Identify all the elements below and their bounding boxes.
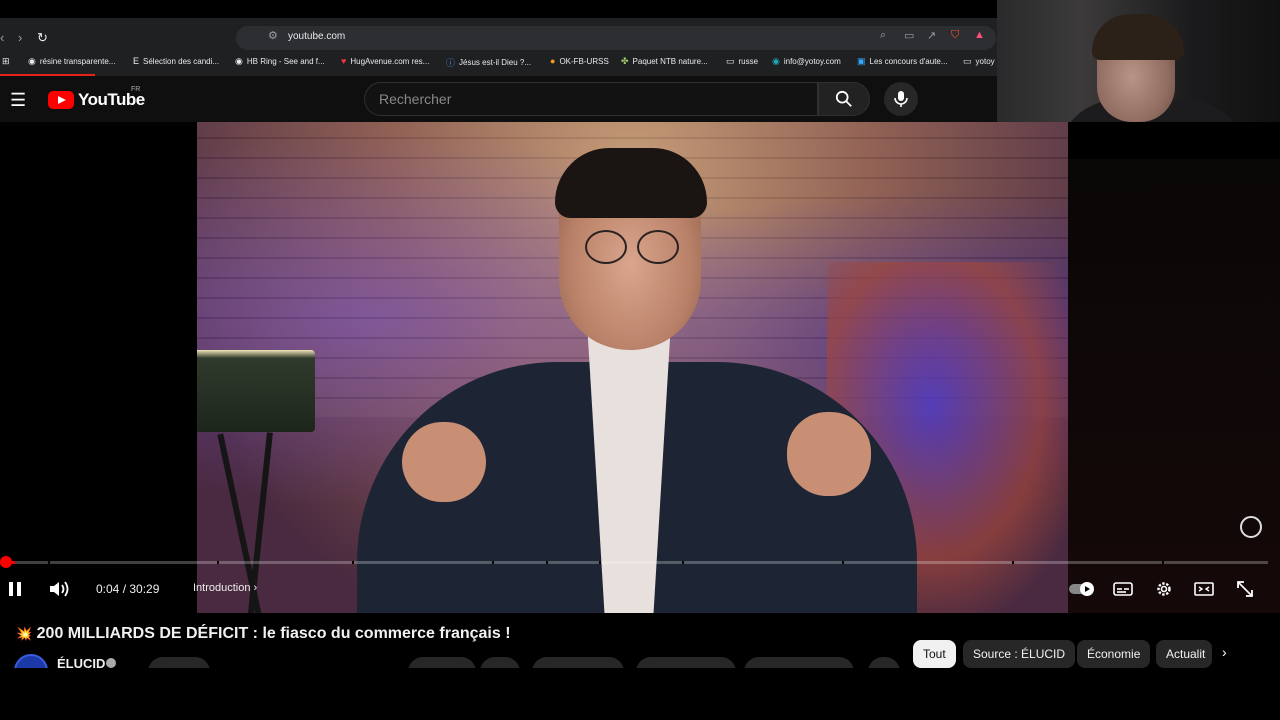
chapter-marker xyxy=(599,561,601,564)
chapter-marker xyxy=(842,561,844,564)
youtube-logo[interactable]: YouTube xyxy=(48,90,145,110)
address-bar-url[interactable]: youtube.com xyxy=(288,31,345,42)
search-input[interactable]: Rechercher xyxy=(364,82,818,116)
video-presenter-glasses xyxy=(585,230,679,264)
brave-shield-icon[interactable]: ⛉ xyxy=(951,29,959,42)
site-settings-icon[interactable]: ⚙ xyxy=(268,29,278,42)
bookmark-item[interactable]: ◉ info@yotoy.com xyxy=(772,56,841,67)
youtube-logo-text: YouTube xyxy=(78,90,145,109)
chapter-marker xyxy=(1012,561,1014,564)
brave-rewards-icon[interactable]: ▲ xyxy=(974,29,985,41)
video-title-text: 200 MILLIARDS DE DÉFICIT : le fiasco du … xyxy=(36,625,511,642)
menu-icon[interactable]: ☰ xyxy=(10,90,26,111)
youtube-header: ☰ YouTube FR Rechercher xyxy=(0,76,1000,122)
player-letterbox-right xyxy=(1068,159,1280,613)
pause-icon xyxy=(9,582,21,596)
settings-button[interactable] xyxy=(1153,578,1175,600)
video-presenter-hair xyxy=(555,148,707,218)
time-display: 0:04 / 30:29 xyxy=(96,582,159,596)
progress-bar[interactable] xyxy=(12,561,1268,564)
chapter-marker xyxy=(352,561,354,564)
video-lamp xyxy=(197,350,315,432)
voice-search-button[interactable] xyxy=(884,82,918,116)
cast-icon[interactable]: ▭ xyxy=(904,29,914,42)
gear-icon xyxy=(1157,582,1171,596)
explosion-emoji-icon: 💥 xyxy=(16,626,33,641)
forward-icon[interactable]: › xyxy=(18,30,22,45)
bookmark-item[interactable]: ▣ Les concours d'aute... xyxy=(857,56,948,67)
subtitles-button[interactable] xyxy=(1112,578,1134,600)
video-title: 💥 200 MILLIARDS DE DÉFICIT : le fiasco d… xyxy=(16,625,511,643)
bookmark-item[interactable]: ⓘ Jésus est-il Dieu ?... xyxy=(446,56,531,69)
globe-icon: ◉ xyxy=(28,56,36,66)
theater-mode-button[interactable] xyxy=(1193,578,1215,600)
bookmark-item[interactable]: ♥ HugAvenue.com res... xyxy=(341,56,429,66)
autoplay-toggle[interactable] xyxy=(1068,578,1096,600)
bookmark-item[interactable]: E Sélection des candi... xyxy=(133,56,219,66)
fullscreen-button[interactable] xyxy=(1234,578,1256,600)
chapter-marker xyxy=(492,561,494,564)
search-placeholder: Rechercher xyxy=(379,91,452,107)
theater-icon xyxy=(1194,582,1214,596)
e-icon: E xyxy=(133,56,140,66)
subtitles-icon xyxy=(1113,582,1133,596)
chapter-marker xyxy=(217,561,219,564)
bookmark-item[interactable]: ◉ résine transparente... xyxy=(28,56,115,67)
video-presenter-hand xyxy=(402,422,486,502)
share-icon[interactable]: ↗ xyxy=(927,29,936,42)
ambient-mode-icon[interactable] xyxy=(1240,516,1262,538)
search-button[interactable] xyxy=(818,82,870,116)
chip-source[interactable]: Source : ÉLUCID xyxy=(963,640,1076,668)
folder-icon: ▭ xyxy=(726,56,735,66)
globe-icon: ◉ xyxy=(772,56,780,66)
chip-economie[interactable]: Économie xyxy=(1077,640,1151,668)
search-icon xyxy=(835,90,852,107)
chapter-marker xyxy=(48,561,50,564)
globe-icon: ▣ xyxy=(857,56,866,66)
verified-icon xyxy=(106,658,116,668)
info-icon: ⓘ xyxy=(446,58,456,68)
volume-icon xyxy=(50,581,69,597)
chip-tout[interactable]: Tout xyxy=(913,640,956,668)
webcam-person-hair xyxy=(1092,14,1184,60)
coin-icon: ● xyxy=(550,56,556,66)
time-separator: / xyxy=(119,582,130,596)
bookmark-item[interactable]: ▭ russe xyxy=(726,56,758,67)
bookmarks-bar: ⊞ ◉ résine transparente... E Sélection des… xyxy=(0,52,1000,74)
chip-actualite[interactable]: Actualit xyxy=(1156,640,1212,668)
bookmark-item[interactable]: ✤ Paquet NTB nature... xyxy=(621,56,708,67)
folder-icon: ▭ xyxy=(963,56,972,66)
youtube-play-icon xyxy=(48,91,74,109)
chapter-button[interactable]: Introduction › xyxy=(193,582,257,594)
bookmark-item[interactable]: ▭ yotoy xyxy=(963,56,995,67)
duration: 30:29 xyxy=(129,582,160,596)
bookmark-item[interactable]: ● OK-FB-URSS xyxy=(550,56,609,66)
microphone-icon xyxy=(894,91,908,107)
chapter-marker xyxy=(546,561,548,564)
country-code: FR xyxy=(131,86,141,93)
chapter-marker xyxy=(1162,561,1164,564)
video-frame[interactable] xyxy=(197,122,1068,613)
video-presenter-hand xyxy=(787,412,871,496)
scrubber-handle[interactable] xyxy=(0,556,12,568)
heart-icon: ♥ xyxy=(341,56,347,66)
screen-bottom-edge xyxy=(0,668,1280,720)
bookmark-item[interactable]: ◉ HB Ring - See and f... xyxy=(235,56,325,67)
volume-button[interactable] xyxy=(48,578,72,600)
current-time: 0:04 xyxy=(96,582,120,596)
chevron-right-icon: › xyxy=(253,582,258,594)
reload-icon[interactable]: ↻ xyxy=(37,30,48,46)
globe-icon: ◉ xyxy=(235,56,243,66)
zoom-icon[interactable]: ⌕ xyxy=(880,29,886,42)
chevron-right-icon[interactable]: › xyxy=(1222,644,1227,660)
progress-played xyxy=(12,561,15,564)
fullscreen-icon xyxy=(1237,581,1253,597)
back-icon[interactable]: ‹ xyxy=(0,30,4,45)
pause-button[interactable] xyxy=(6,578,24,600)
toggle-icon xyxy=(1069,582,1094,596)
chapter-marker xyxy=(682,561,684,564)
apps-icon[interactable]: ⊞ xyxy=(2,56,10,67)
plant-icon: ✤ xyxy=(621,56,629,66)
chapter-title: Introduction xyxy=(193,582,251,594)
